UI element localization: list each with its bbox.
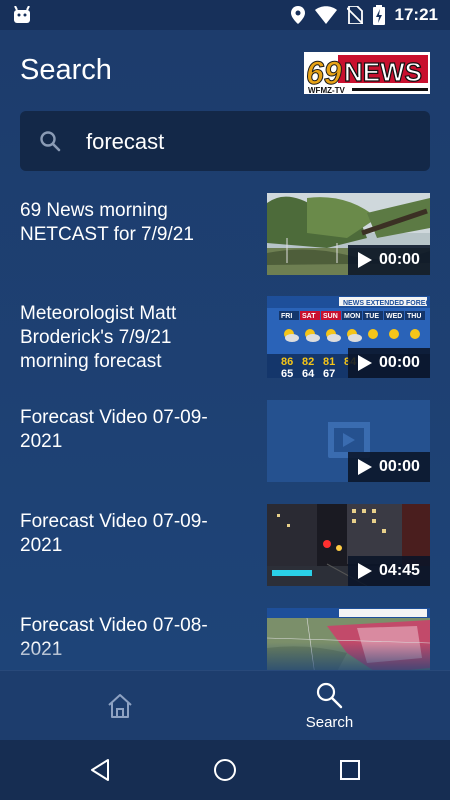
search-icon xyxy=(316,682,343,709)
duration-label: 00:00 xyxy=(379,251,420,268)
list-item[interactable]: 69 News morning NETCAST for 7/9/21 00:00 xyxy=(0,193,450,275)
svg-text:81: 81 xyxy=(323,356,335,368)
status-bar: 17:21 xyxy=(0,0,450,30)
list-item[interactable]: Forecast Video 07-09-2021 00:00 xyxy=(0,400,450,482)
nav-search[interactable]: Search xyxy=(217,671,442,741)
video-thumbnail[interactable]: NEWS EXTENDED FORECAST FRI SAT SUN MON T… xyxy=(267,296,430,378)
svg-text:NEWS EXTENDED FORECAST: NEWS EXTENDED FORECAST xyxy=(343,300,430,307)
duration-label: 00:00 xyxy=(379,354,420,371)
svg-text:SUN: SUN xyxy=(323,313,338,320)
nav-search-label: Search xyxy=(305,714,354,731)
svg-text:WED: WED xyxy=(386,313,402,320)
svg-text:82: 82 xyxy=(302,356,314,368)
video-thumbnail[interactable]: 04:45 xyxy=(267,504,430,586)
play-icon xyxy=(358,252,373,268)
svg-text:64: 64 xyxy=(302,368,315,378)
list-fade xyxy=(0,642,450,670)
battery-charging-icon xyxy=(372,5,385,25)
status-icons: 17:21 xyxy=(290,5,438,25)
wfmz-69-news-logo: 69 NEWS WFMZ-TV xyxy=(304,52,430,94)
duration-badge: 00:00 xyxy=(348,348,430,378)
result-title: Meteorologist Matt Broderick's 7/9/21 mo… xyxy=(20,303,177,372)
play-icon xyxy=(358,459,373,475)
svg-text:NEWS: NEWS xyxy=(344,57,422,87)
back-icon[interactable] xyxy=(88,758,112,782)
duration-badge: 00:00 xyxy=(348,452,430,482)
duration-label: 04:45 xyxy=(379,562,420,579)
result-title: Forecast Video 07-09-2021 xyxy=(20,511,208,556)
list-item[interactable]: Meteorologist Matt Broderick's 7/9/21 mo… xyxy=(0,296,450,378)
svg-text:THU: THU xyxy=(407,313,421,320)
recents-icon[interactable] xyxy=(339,759,361,781)
video-thumbnail[interactable]: 00:00 xyxy=(267,193,430,275)
svg-text:TUE: TUE xyxy=(365,313,379,320)
result-title: Forecast Video 07-09-2021 xyxy=(20,407,208,452)
duration-badge: 00:00 xyxy=(348,245,430,275)
duration-label: 00:00 xyxy=(379,458,420,475)
list-item[interactable]: Forecast Video 07-09-2021 04:45 xyxy=(0,504,450,586)
status-time: 17:21 xyxy=(394,5,438,24)
home-button-icon[interactable] xyxy=(213,758,237,782)
search-icon xyxy=(40,131,61,152)
nav-home[interactable] xyxy=(6,671,231,741)
system-nav-bar xyxy=(0,740,450,800)
page-title: Search xyxy=(20,54,112,86)
no-sim-icon xyxy=(346,6,363,24)
play-icon xyxy=(358,563,373,579)
duration-badge: 04:45 xyxy=(348,556,430,586)
home-icon xyxy=(108,694,132,718)
result-title: 69 News morning NETCAST for 7/9/21 xyxy=(20,200,194,245)
video-thumbnail[interactable]: 00:00 xyxy=(267,400,430,482)
search-screen: Search 69 NEWS WFMZ-TV 69 News morning N… xyxy=(0,30,450,670)
svg-text:65: 65 xyxy=(281,368,293,378)
svg-text:SAT: SAT xyxy=(302,313,316,320)
search-box[interactable] xyxy=(20,111,430,171)
header: Search 69 NEWS WFMZ-TV xyxy=(20,52,430,102)
svg-text:WFMZ-TV: WFMZ-TV xyxy=(308,86,346,94)
wifi-icon xyxy=(314,6,337,24)
svg-text:MON: MON xyxy=(344,313,360,320)
svg-text:67: 67 xyxy=(323,368,335,378)
android-debug-icon xyxy=(14,6,30,23)
svg-text:86: 86 xyxy=(281,356,293,368)
play-icon xyxy=(358,355,373,371)
svg-text:FRI: FRI xyxy=(281,313,292,320)
search-input[interactable] xyxy=(84,123,408,161)
location-icon xyxy=(290,6,305,24)
bottom-nav: Search xyxy=(0,670,450,741)
